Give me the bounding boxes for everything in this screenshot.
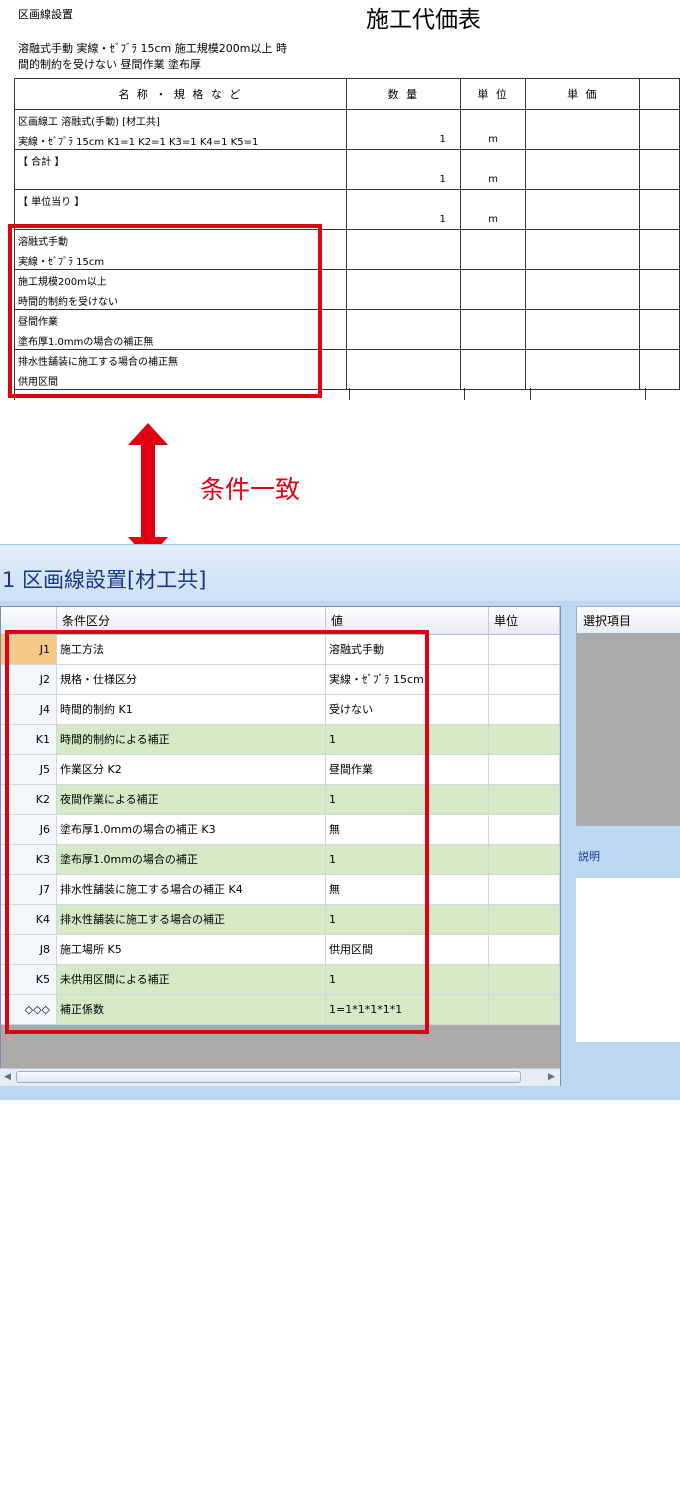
cost-cell-extra xyxy=(639,149,680,190)
cost-name-line1: 【 合計 】 xyxy=(18,157,65,168)
header-unit-price: 単 価 xyxy=(525,78,641,110)
cost-cell-price xyxy=(525,149,641,190)
row-unit[interactable] xyxy=(489,785,560,815)
cost-unit: m xyxy=(488,214,498,225)
cost-cell-unit xyxy=(459,309,527,350)
cost-cell-extra xyxy=(639,349,680,390)
cost-cell-quantity xyxy=(345,229,461,270)
scrollbar-thumb[interactable] xyxy=(16,1071,521,1083)
doc-desc-line1: 溶融式手動 実線・ｾﾞﾌﾞﾗ 15cm 施工規模200m以上 時 xyxy=(18,42,287,55)
cost-unit: m xyxy=(488,174,498,185)
scroll-left-icon[interactable]: ◀ xyxy=(4,1072,11,1082)
horizontal-scrollbar[interactable]: ◀ ▶ xyxy=(0,1068,560,1086)
cost-cell-unit: m xyxy=(459,109,527,150)
row-unit[interactable] xyxy=(489,815,560,845)
cost-cell-name: 【 合計 】 xyxy=(14,149,347,190)
row-unit[interactable] xyxy=(489,935,560,965)
double-arrow-icon xyxy=(141,440,155,538)
cost-cell-quantity xyxy=(345,349,461,390)
cost-cell-unit: m xyxy=(459,149,527,190)
scroll-right-icon[interactable]: ▶ xyxy=(548,1072,555,1082)
cost-cell-quantity: 1 xyxy=(345,109,461,150)
cost-cell-extra xyxy=(639,189,680,230)
cost-cell-quantity: 1 xyxy=(345,189,461,230)
cost-name-line1: 区画線工 溶融式(手動) [材工共] xyxy=(18,117,160,128)
cost-cell-quantity: 1 xyxy=(345,149,461,190)
cost-cell-unit xyxy=(459,269,527,310)
row-unit[interactable] xyxy=(489,875,560,905)
cost-cell-price xyxy=(525,269,641,310)
cost-cell-unit xyxy=(459,229,527,270)
cost-cell-quantity xyxy=(345,269,461,310)
cost-cell-price xyxy=(525,109,641,150)
selection-items-header: 選択項目 xyxy=(576,606,680,634)
cost-cell-price xyxy=(525,309,641,350)
cost-cell-extra xyxy=(639,109,680,150)
grid-header-unit[interactable]: 単位 xyxy=(489,607,560,635)
cost-cell-price xyxy=(525,229,641,270)
highlight-box-document xyxy=(8,224,322,398)
header-name-spec: 名 称 ・ 規 格 な ど xyxy=(14,78,347,110)
header-extra xyxy=(639,78,680,110)
doc-desc-line2: 間的制約を受けない 昼間作業 塗布厚 xyxy=(18,58,201,71)
cost-quantity: 1 xyxy=(439,174,446,185)
cost-quantity: 1 xyxy=(439,214,446,225)
row-unit[interactable] xyxy=(489,725,560,755)
row-unit[interactable] xyxy=(489,695,560,725)
cost-table-header: 名 称 ・ 規 格 な ど 数 量 単 位 単 価 xyxy=(14,78,680,110)
match-label: 条件一致 xyxy=(200,475,301,504)
cost-row: 【 合計 】 1 m xyxy=(14,149,680,190)
cost-cell-unit xyxy=(459,349,527,390)
doc-header-left: 区画線設置 xyxy=(18,8,73,21)
row-unit[interactable] xyxy=(489,995,560,1025)
row-unit[interactable] xyxy=(489,635,560,665)
row-unit[interactable] xyxy=(489,845,560,875)
cost-quantity: 1 xyxy=(439,134,446,145)
cost-cell-unit: m xyxy=(459,189,527,230)
highlight-box-grid xyxy=(5,630,429,1034)
header-quantity: 数 量 xyxy=(345,78,461,110)
description-label: 説明 xyxy=(578,850,600,863)
cost-row: 区画線工 溶融式(手動) [材工共] 実線・ｾﾞﾌﾞﾗ 15cm K1=1 K2=… xyxy=(14,109,680,150)
cost-name-line2: 実線・ｾﾞﾌﾞﾗ 15cm K1=1 K2=1 K3=1 K4=1 K5=1 xyxy=(18,137,259,148)
header-unit: 単 位 xyxy=(459,78,527,110)
panel-title: 1 区画線設置[材工共] xyxy=(2,568,207,592)
cost-cell-extra xyxy=(639,309,680,350)
cost-name-line1: 【 単位当り 】 xyxy=(18,197,85,208)
cost-cell-price xyxy=(525,349,641,390)
cost-cell-price xyxy=(525,189,641,230)
cost-cell-extra xyxy=(639,229,680,270)
selection-items-list[interactable] xyxy=(576,634,680,826)
cost-cell-name: 区画線工 溶融式(手動) [材工共] 実線・ｾﾞﾌﾞﾗ 15cm K1=1 K2=… xyxy=(14,109,347,150)
description-box[interactable] xyxy=(576,878,680,1042)
cost-cell-extra xyxy=(639,269,680,310)
panel-header: 1 区画線設置[材工共] xyxy=(0,544,680,601)
row-unit[interactable] xyxy=(489,665,560,695)
cost-cell-quantity xyxy=(345,309,461,350)
row-unit[interactable] xyxy=(489,755,560,785)
cost-unit: m xyxy=(488,134,498,145)
row-unit[interactable] xyxy=(489,905,560,935)
row-unit[interactable] xyxy=(489,965,560,995)
doc-title: 施工代価表 xyxy=(366,7,481,33)
